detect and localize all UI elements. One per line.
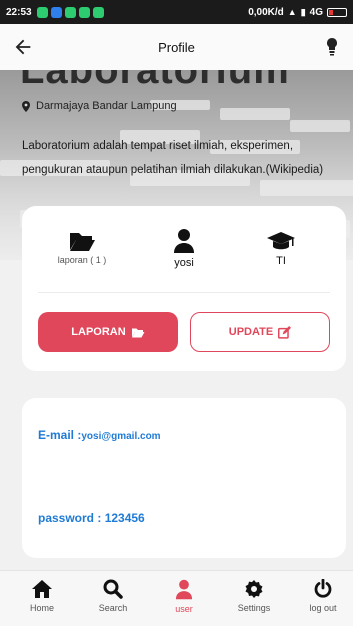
email-value: yosi@gmail.com bbox=[81, 431, 161, 442]
stat-major: TI bbox=[241, 230, 321, 267]
laporan-button[interactable]: LAPORAN bbox=[38, 312, 178, 352]
notification-app-icon bbox=[50, 6, 62, 18]
update-button[interactable]: UPDATE bbox=[190, 312, 330, 352]
app-bar: Profile bbox=[0, 24, 353, 70]
bottom-nav: Home Search user Settings log out bbox=[0, 570, 353, 626]
stat-major-value: TI bbox=[276, 255, 286, 267]
nav-search-label: Search bbox=[98, 603, 128, 613]
folder-open-icon bbox=[131, 328, 145, 337]
power-icon bbox=[314, 579, 332, 598]
nav-settings[interactable]: Settings bbox=[224, 579, 284, 613]
stat-user: yosi bbox=[144, 228, 224, 269]
battery-icon bbox=[327, 7, 347, 17]
notification-app-icon bbox=[92, 6, 104, 18]
arrow-left-icon[interactable] bbox=[12, 36, 34, 58]
nav-user[interactable]: user bbox=[154, 579, 214, 614]
signal-icon: ▮ bbox=[300, 6, 306, 17]
email-label: E-mail : bbox=[38, 428, 82, 442]
home-icon bbox=[32, 580, 52, 598]
update-button-label: UPDATE bbox=[228, 326, 274, 338]
stat-user-name: yosi bbox=[174, 257, 194, 269]
nav-settings-label: Settings bbox=[237, 603, 271, 613]
password-label: password : bbox=[38, 511, 105, 525]
stat-laporan-label: laporan ( 1 ) bbox=[57, 255, 107, 265]
notification-app-icon bbox=[36, 6, 48, 18]
nav-logout-label: log out bbox=[309, 603, 337, 613]
graduation-cap-icon bbox=[267, 232, 295, 250]
nav-home[interactable]: Home bbox=[12, 579, 72, 613]
account-info-card: E-mail :yosi@gmail.com password : 123456 bbox=[22, 398, 346, 558]
lightbulb-icon[interactable] bbox=[325, 37, 339, 57]
nav-home-label: Home bbox=[29, 603, 54, 613]
location: Darmajaya Bandar Lampung bbox=[22, 100, 177, 112]
divider bbox=[38, 292, 330, 293]
nav-user-label: user bbox=[175, 604, 193, 614]
gear-icon bbox=[245, 580, 263, 598]
notification-app-icon bbox=[64, 6, 76, 18]
page-title: Profile bbox=[158, 39, 195, 55]
folder-open-icon bbox=[70, 233, 95, 251]
nav-logout[interactable]: log out bbox=[293, 579, 353, 613]
user-icon bbox=[175, 579, 193, 600]
password-value: 123456 bbox=[104, 511, 145, 525]
profile-card: laporan ( 1 ) yosi TI LAPORAN UPDATE bbox=[22, 206, 346, 371]
user-icon bbox=[174, 229, 194, 253]
status-bar: 22:53 0,00K/d ▲ ▮ 4G bbox=[0, 0, 353, 24]
edit-icon bbox=[278, 325, 292, 339]
network-type: 4G bbox=[309, 6, 323, 18]
email-row: E-mail :yosi@gmail.com bbox=[38, 428, 161, 442]
network-speed: 0,00K/d bbox=[248, 6, 284, 18]
nav-search[interactable]: Search bbox=[83, 579, 143, 613]
stat-laporan[interactable]: laporan ( 1 ) bbox=[42, 230, 122, 265]
status-right: 0,00K/d ▲ ▮ 4G bbox=[248, 7, 347, 18]
location-text: Darmajaya Bandar Lampung bbox=[36, 100, 177, 112]
description: Laboratorium adalah tempat riset ilmiah,… bbox=[22, 140, 324, 176]
map-pin-icon bbox=[22, 100, 30, 112]
profile-stats: laporan ( 1 ) yosi TI bbox=[22, 224, 346, 284]
alarm-icon: ▲ bbox=[287, 7, 297, 17]
status-time: 22:53 bbox=[6, 6, 32, 18]
search-icon bbox=[103, 579, 123, 599]
notification-app-icon bbox=[78, 6, 90, 18]
password-row: password : 123456 bbox=[38, 511, 145, 525]
laporan-button-label: LAPORAN bbox=[71, 326, 126, 338]
